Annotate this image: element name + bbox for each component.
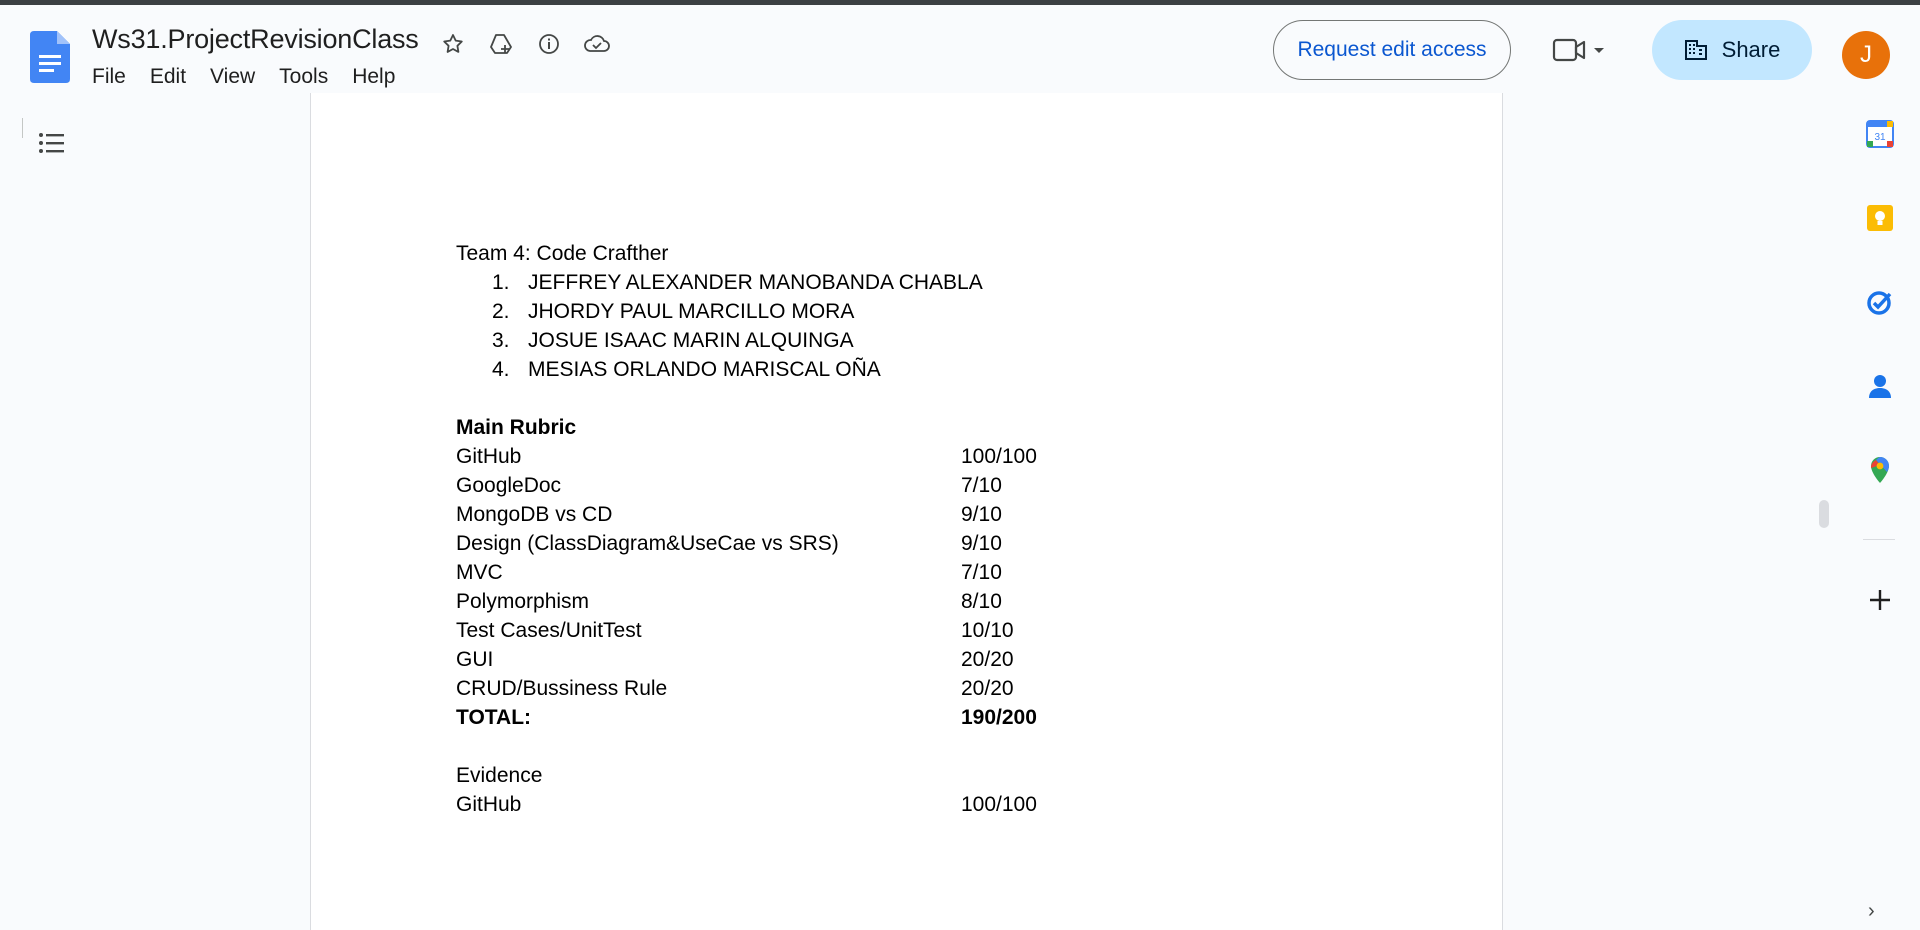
rubric-row: CRUD/Bussiness Rule 20/20: [456, 674, 1014, 703]
menu-file[interactable]: File: [80, 63, 138, 91]
rubric-score: 100/100: [961, 445, 1037, 468]
member-name: MESIAS ORLANDO MARISCAL OÑA: [528, 358, 881, 381]
request-edit-access-button[interactable]: Request edit access: [1273, 20, 1511, 80]
rubric-item: GitHub: [456, 445, 522, 468]
empty-line: [456, 384, 839, 413]
domain-icon: [1684, 40, 1707, 60]
total-score: 190/200: [961, 706, 1037, 729]
keep-icon[interactable]: [1863, 201, 1897, 235]
side-panel-divider: [1863, 539, 1895, 540]
rubric-score: 7/10: [961, 474, 1002, 497]
maps-icon[interactable]: [1863, 453, 1897, 487]
rubric-row: Test Cases/UnitTest 10/10: [456, 616, 1014, 645]
rubric-score: 8/10: [961, 590, 1002, 613]
document-page[interactable]: Team 4: Code Crafther 1. JEFFREY ALEXAND…: [310, 93, 1503, 930]
rubric-item: Design (ClassDiagram&UseCae vs SRS): [456, 532, 839, 555]
move-to-drive-icon[interactable]: [486, 29, 516, 59]
menu-help[interactable]: Help: [340, 63, 407, 91]
add-icon[interactable]: [1863, 583, 1897, 617]
rubric-score: 9/10: [961, 503, 1002, 526]
star-icon[interactable]: [438, 29, 468, 59]
video-camera-icon: [1552, 38, 1586, 62]
member-name: JHORDY PAUL MARCILLO MORA: [528, 300, 855, 323]
member-name: JOSUE ISAAC MARIN ALQUINGA: [528, 329, 854, 352]
total-label: TOTAL:: [456, 706, 532, 729]
evidence-item: GitHub: [456, 793, 522, 816]
contacts-icon[interactable]: [1863, 369, 1897, 403]
rubric-score: 10/10: [961, 619, 1014, 642]
rubric-row: MongoDB vs CD 9/10: [456, 500, 1002, 529]
calendar-day: 31: [1874, 132, 1886, 143]
document-outline-button[interactable]: [36, 128, 68, 160]
menu-edit[interactable]: Edit: [138, 63, 198, 91]
rubric-score: 20/20: [961, 677, 1014, 700]
outline-list-icon: [39, 133, 64, 153]
menu-tools[interactable]: Tools: [267, 63, 340, 91]
empty-line: [456, 732, 839, 761]
rubric-item: MVC: [456, 561, 503, 584]
meet-button[interactable]: [1552, 32, 1624, 68]
member-name: JEFFREY ALEXANDER MANOBANDA CHABLA: [528, 271, 983, 294]
evidence-score: 100/100: [961, 793, 1037, 816]
rubric-score: 20/20: [961, 648, 1014, 671]
list-number: 1.: [492, 271, 510, 294]
rubric-row: GitHub 100/100: [456, 442, 1037, 471]
caret-down-icon: [1594, 48, 1604, 53]
member-list-item: 2. JHORDY PAUL MARCILLO MORA: [456, 297, 854, 326]
evidence-heading: Evidence: [456, 764, 543, 787]
team-line: Team 4: Code Crafther: [456, 242, 669, 265]
member-list-item: 3. JOSUE ISAAC MARIN ALQUINGA: [456, 326, 854, 355]
menu-view[interactable]: View: [198, 63, 267, 91]
share-label: Share: [1721, 37, 1781, 62]
calendar-icon[interactable]: 31: [1863, 117, 1897, 151]
outline-indicator: [22, 118, 23, 138]
list-number: 4.: [492, 358, 510, 381]
document-body: Team 4: Code Crafther 1. JEFFREY ALEXAND…: [456, 239, 1037, 819]
tasks-icon[interactable]: [1863, 285, 1897, 319]
share-button[interactable]: Share: [1652, 20, 1812, 80]
list-number: 3.: [492, 329, 510, 352]
rubric-total-row: TOTAL: 190/200: [456, 703, 1037, 732]
document-title[interactable]: Ws31.ProjectRevisionClass: [92, 24, 419, 55]
list-number: 2.: [492, 300, 510, 323]
rubric-item: GoogleDoc: [456, 474, 562, 497]
rubric-item: Polymorphism: [456, 590, 590, 613]
rubric-score: 7/10: [961, 561, 1002, 584]
rubric-row: GUI 20/20: [456, 645, 1014, 674]
evidence-row: GitHub 100/100: [456, 790, 1037, 819]
member-list-item: 4. MESIAS ORLANDO MARISCAL OÑA: [456, 355, 881, 384]
chevron-right-icon[interactable]: ›: [1868, 900, 1875, 923]
rubric-heading: Main Rubric: [456, 416, 577, 439]
menu-bar: File Edit View Tools Help: [80, 63, 407, 91]
account-avatar[interactable]: J: [1842, 31, 1890, 79]
rubric-row: Design (ClassDiagram&UseCae vs SRS) 9/10: [456, 529, 1002, 558]
vertical-scrollbar-thumb[interactable]: [1819, 500, 1829, 528]
docs-header: Ws31.ProjectRevisionClass File Edit View…: [0, 5, 1920, 93]
rubric-row: MVC 7/10: [456, 558, 1002, 587]
info-icon[interactable]: [534, 29, 564, 59]
rubric-score: 9/10: [961, 532, 1002, 555]
rubric-row: Polymorphism 8/10: [456, 587, 1002, 616]
rubric-item: GUI: [456, 648, 494, 671]
member-list-item: 1. JEFFREY ALEXANDER MANOBANDA CHABLA: [456, 268, 983, 297]
side-panel: 31: [1855, 93, 1920, 930]
rubric-item: MongoDB vs CD: [456, 503, 613, 526]
cloud-saved-icon[interactable]: [582, 29, 612, 59]
rubric-row: GoogleDoc 7/10: [456, 471, 1002, 500]
rubric-item: CRUD/Bussiness Rule: [456, 677, 668, 700]
rubric-item: Test Cases/UnitTest: [456, 619, 642, 642]
google-docs-logo-icon[interactable]: [30, 31, 70, 83]
